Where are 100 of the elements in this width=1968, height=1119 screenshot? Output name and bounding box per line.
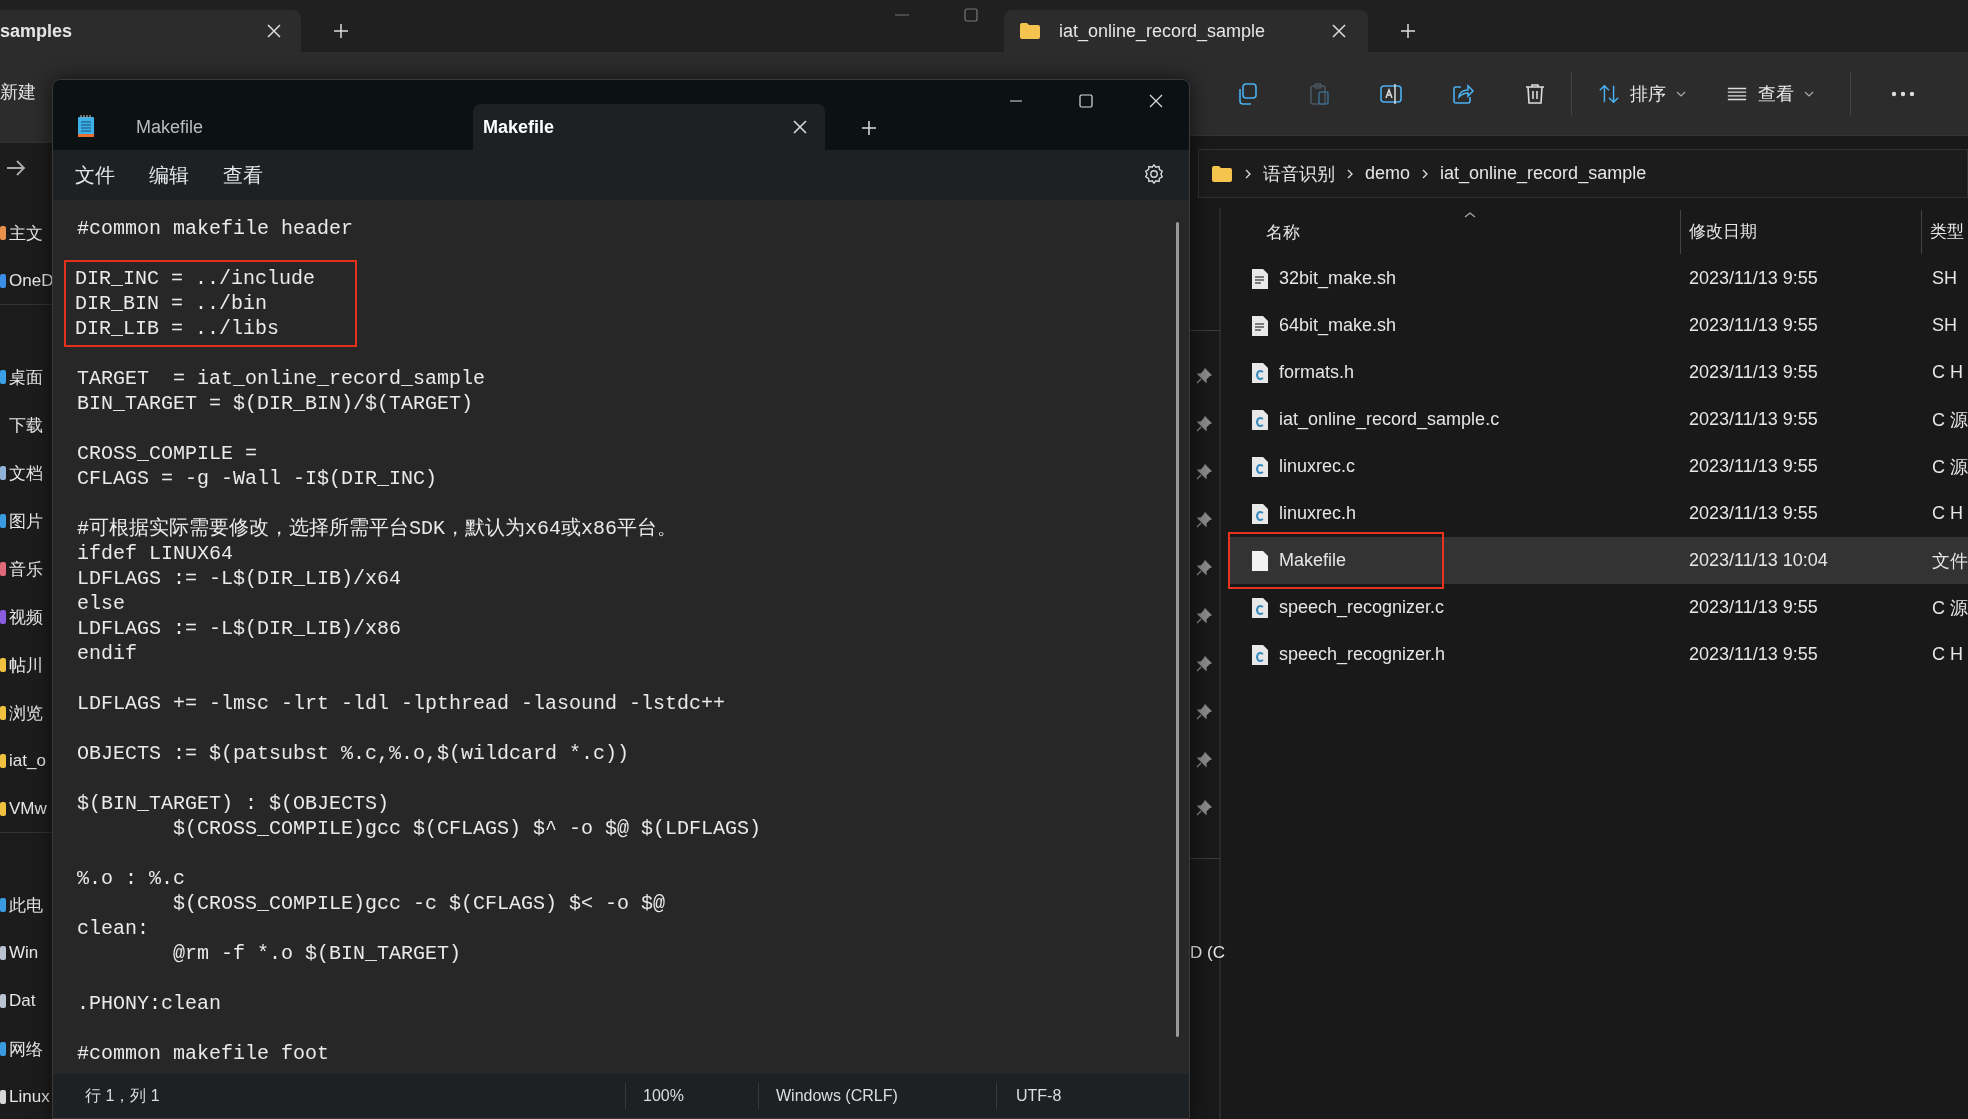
code-line: %.o : %.c — [77, 866, 187, 891]
new-button[interactable]: 新建 — [0, 80, 36, 104]
encoding: UTF-8 — [996, 1083, 1062, 1109]
pin-icon[interactable] — [1196, 368, 1212, 384]
c-file-icon — [1251, 361, 1269, 384]
breadcrumb-item[interactable]: demo — [1365, 163, 1411, 184]
new-tab-icon[interactable] — [333, 23, 349, 39]
view-button[interactable]: 查看 — [1722, 75, 1818, 112]
file-name: 64bit_make.sh — [1279, 315, 1397, 336]
sidebar-item[interactable]: 主文 — [0, 209, 43, 257]
code-line: LDFLAGS += -lmsc -lrt -ldl -lpthread -lasound -lstdc++ — [77, 691, 727, 716]
pin-icon[interactable] — [1196, 464, 1212, 480]
file-row[interactable]: linuxrec.h 2023/11/13 9:55 C H — [1229, 490, 1968, 537]
pin-icon[interactable] — [1196, 512, 1212, 528]
script-file-icon — [1251, 314, 1269, 337]
sidebar-item[interactable]: VMw — [0, 785, 47, 833]
code-line: DIR_LIB = ../libs — [75, 316, 281, 341]
explorer-tab[interactable]: iat_online_record_sample — [1004, 10, 1368, 52]
more-icon[interactable] — [1891, 90, 1915, 97]
sidebar-item[interactable]: 下载 — [0, 401, 43, 449]
file-row[interactable]: linuxrec.c 2023/11/13 9:55 C 源 — [1229, 443, 1968, 490]
pin-icon[interactable] — [1196, 608, 1212, 624]
file-row[interactable]: speech_recognizer.c 2023/11/13 9:55 C 源 — [1229, 584, 1968, 631]
code-line: ifdef LINUX64 — [77, 541, 235, 566]
breadcrumb-item[interactable]: 语音识别 — [1263, 161, 1335, 186]
file-type: SH — [1932, 315, 1957, 336]
code-line: endif — [77, 641, 138, 666]
code-line: $(BIN_TARGET) : $(OBJECTS) — [77, 791, 391, 816]
file-row[interactable]: iat_online_record_sample.c 2023/11/13 9:55 C 源 — [1229, 396, 1968, 443]
modified-date: 2023/11/13 9:55 — [1689, 315, 1819, 336]
cursor-position: 行 1，列 1 — [84, 1086, 161, 1106]
share-icon[interactable] — [1451, 81, 1475, 106]
pin-icon[interactable] — [1196, 656, 1212, 672]
pin-icon[interactable] — [1196, 800, 1212, 816]
new-tab-icon[interactable] — [1400, 23, 1416, 39]
sidebar-item[interactable]: 图片 — [0, 497, 43, 545]
modified-date: 2023/11/13 9:55 — [1689, 409, 1819, 430]
settings-icon[interactable] — [1143, 163, 1165, 185]
file-type: SH — [1932, 268, 1957, 289]
sidebar-item[interactable]: 文档 — [0, 449, 43, 497]
delete-icon[interactable] — [1523, 81, 1547, 106]
tab-title: iat_online_record_sample — [1059, 20, 1267, 42]
folder-icon — [1019, 22, 1041, 40]
file-row[interactable]: formats.h 2023/11/13 9:55 C H — [1229, 349, 1968, 396]
rename-icon[interactable] — [1379, 81, 1403, 106]
code-line: CFLAGS = -g -Wall -I$(DIR_INC) — [77, 466, 439, 491]
sidebar-item[interactable]: 音乐 — [0, 545, 43, 593]
file-row[interactable]: 64bit_make.sh 2023/11/13 9:55 SH — [1229, 302, 1968, 349]
close-icon[interactable] — [1149, 94, 1163, 108]
sidebar-item[interactable]: 视频 — [0, 593, 43, 641]
forward-arrow-icon[interactable] — [6, 160, 26, 176]
modified-date: 2023/11/13 9:55 — [1689, 644, 1819, 665]
menu-item[interactable]: 编辑 — [149, 161, 189, 189]
code-line: #common makefile foot — [77, 1041, 331, 1066]
document-tab[interactable]: Makefile — [473, 104, 825, 150]
close-icon[interactable] — [793, 120, 807, 134]
column-header[interactable]: 名称 — [1266, 221, 1300, 244]
sidebar-item[interactable]: OneD — [0, 257, 54, 305]
code-line: else — [77, 591, 126, 616]
menu-item[interactable]: 查看 — [223, 161, 263, 189]
file-row[interactable]: 32bit_make.sh 2023/11/13 9:55 SH — [1229, 255, 1968, 302]
address-bar[interactable]: 语音识别 demo iat_online_record_sample — [1198, 149, 1968, 198]
sidebar-item[interactable]: 此电 — [0, 881, 43, 929]
modified-date: 2023/11/13 9:55 — [1689, 597, 1819, 618]
drive-label[interactable]: D (C — [1190, 943, 1225, 963]
menu-item[interactable]: 文件 — [75, 161, 115, 189]
new-tab-icon[interactable] — [861, 120, 877, 136]
file-type: C 源 — [1932, 408, 1968, 432]
close-icon[interactable] — [1332, 24, 1346, 38]
pin-icon[interactable] — [1196, 416, 1212, 432]
sort-button[interactable]: 排序 — [1594, 75, 1690, 112]
tab-title: samples — [0, 20, 73, 42]
file-name: formats.h — [1279, 362, 1355, 383]
modified-date: 2023/11/13 9:55 — [1689, 362, 1819, 383]
close-icon[interactable] — [267, 24, 281, 38]
folder-icon — [1211, 164, 1233, 183]
code-line: LDFLAGS := -L$(DIR_LIB)/x64 — [77, 566, 403, 591]
sidebar-item[interactable]: 浏览 — [0, 689, 43, 737]
column-header[interactable]: 修改日期 — [1680, 210, 1757, 254]
sidebar-item[interactable]: 网络 — [0, 1025, 43, 1073]
sidebar-item[interactable]: iat_o — [0, 737, 46, 785]
file-type: 文件 — [1932, 549, 1968, 573]
file-row[interactable]: speech_recognizer.h 2023/11/13 9:55 C H — [1229, 631, 1968, 678]
sidebar-item[interactable]: Dat — [0, 977, 36, 1025]
pin-icon[interactable] — [1196, 560, 1212, 576]
sidebar-item[interactable]: 帖川 — [0, 641, 43, 689]
pin-icon[interactable] — [1196, 752, 1212, 768]
pin-icon[interactable] — [1196, 704, 1212, 720]
sidebar-item[interactable]: 桌面 — [0, 353, 43, 401]
document-tab[interactable]: Makefile — [126, 104, 473, 150]
code-line: LDFLAGS := -L$(DIR_LIB)/x86 — [77, 616, 403, 641]
scrollbar[interactable] — [1176, 222, 1179, 1037]
sidebar-item[interactable]: Win — [0, 929, 39, 977]
explorer-tab[interactable]: samples — [0, 10, 301, 52]
maximize-icon[interactable] — [964, 8, 978, 22]
column-header[interactable]: 类型 — [1921, 210, 1964, 254]
sort-icon — [1598, 82, 1620, 105]
breadcrumb-item[interactable]: iat_online_record_sample — [1440, 163, 1647, 184]
sidebar-item[interactable]: Linux — [0, 1073, 50, 1119]
code-line: .PHONY:clean — [77, 991, 223, 1016]
